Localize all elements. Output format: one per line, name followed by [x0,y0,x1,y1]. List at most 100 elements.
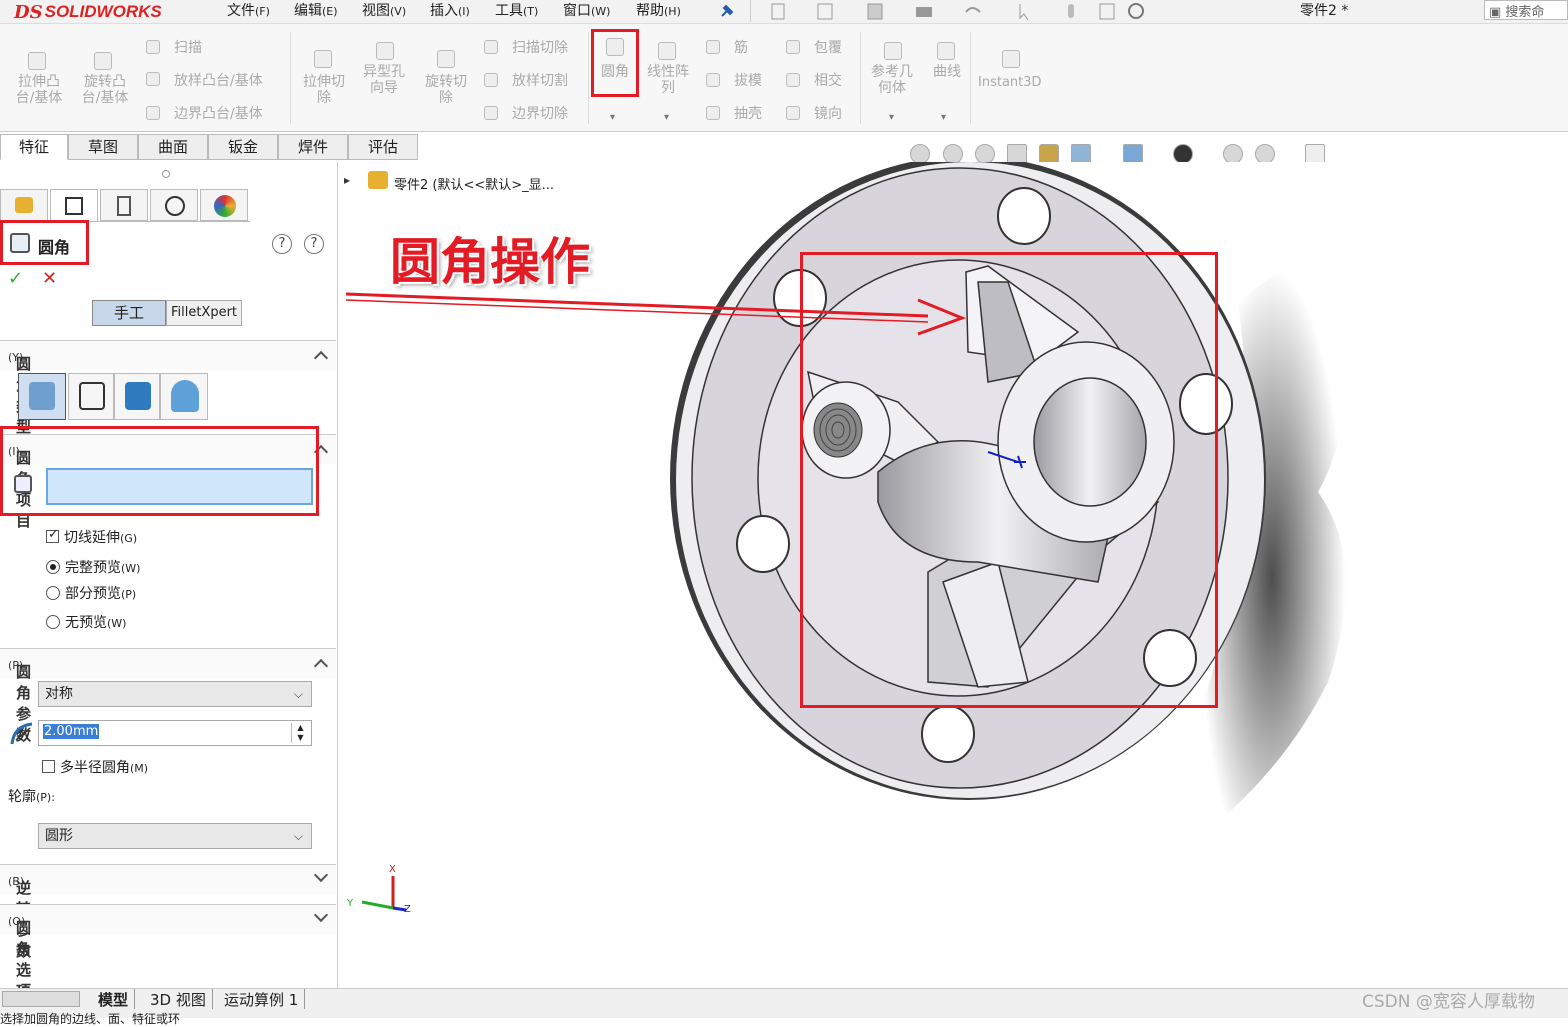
menu-window[interactable]: 窗口(W) [563,0,610,20]
fillet-parameters-section-header[interactable]: 圆角参数 (P) [0,648,336,744]
dimxpert-tab[interactable] [150,189,198,221]
linear-pattern-button[interactable]: 线性阵列 [642,64,694,96]
crosshair-icon [165,196,185,216]
reference-geometry-button[interactable]: 参考几何体 [866,64,918,96]
dynamic-annotation-icon[interactable] [1039,144,1059,164]
hole-wizard-icon [376,42,394,60]
ref-dropdown-icon[interactable]: ▾ [889,112,894,123]
previous-view-icon[interactable] [975,144,995,164]
tab-sketch[interactable]: 草图 [68,134,138,160]
profile-select[interactable]: 圆形 ⌵ [38,823,312,849]
menu-edit[interactable]: 编辑(E) [294,0,338,20]
tab-model[interactable]: 模型 [92,989,136,1009]
property-manager-tab[interactable] [50,189,98,221]
collapse-chevron-icon [313,350,329,366]
constant-size-fillet-button[interactable] [18,373,66,420]
detailed-preview-icon[interactable]: ? [272,234,292,254]
revolve-cut-button[interactable]: 旋转切除 [420,74,472,106]
section-view-icon[interactable] [1007,144,1027,164]
panel-title-highlight-box [0,220,89,265]
intersect-button[interactable]: 相交 [814,73,842,89]
apply-scene-icon[interactable] [1255,144,1275,164]
tab-evaluate[interactable]: 评估 [348,134,418,160]
curves-button[interactable]: 曲线 [928,64,966,80]
fillet-dropdown-icon[interactable]: ▾ [610,112,615,123]
fillet-type-section-header[interactable]: 圆角类型(Y) [0,340,336,436]
menu-help[interactable]: 帮助(H) [636,0,681,20]
full-round-fillet-button[interactable] [160,373,208,420]
view-settings-icon[interactable] [1305,144,1325,164]
tab-3d-views[interactable]: 3D 视图 [144,989,213,1009]
tab-sheet-metal[interactable]: 钣金 [208,134,278,160]
tab-features[interactable]: 特征 [0,134,68,160]
loft-cut-button[interactable]: 放样切割 [512,73,568,89]
pin-icon[interactable] [718,2,736,20]
tangent-propagation-checkbox[interactable]: ✓ [46,527,59,543]
extrude-boss-button[interactable]: 拉伸凸台/基体 [12,74,66,106]
menu-insert[interactable]: 插入(I) [430,0,470,20]
sweep-cut-button[interactable]: 扫描切除 [512,40,568,56]
revolve-boss-icon [94,52,112,70]
filletxpert-button[interactable]: FilletXpert [166,300,242,326]
display-style-icon[interactable] [1123,144,1143,164]
boundary-boss-button[interactable]: 边界凸台/基体 [174,106,263,122]
multi-radius-checkbox[interactable] [42,760,55,773]
tab-weldments[interactable]: 焊件 [278,134,348,160]
sweep-button[interactable]: 扫描 [174,40,202,56]
pattern-dropdown-icon[interactable]: ▾ [664,112,669,123]
zoom-to-fit-icon[interactable] [910,144,930,164]
sweep-icon [146,40,160,54]
boundary-cut-button[interactable]: 边界切除 [512,106,568,122]
graphics-area[interactable]: ▸ 零件2 (默认<<默认>_显... 圆角操作 X Y Z [338,162,1568,988]
instant3d-button[interactable]: Instant3D [978,75,1042,91]
cancel-x-icon[interactable]: ✕ [42,268,57,289]
manual-mode-button[interactable]: 手工 [92,300,166,326]
tab-motion-study[interactable]: 运动算例 1 [218,989,306,1009]
face-fillet-icon [125,382,151,410]
face-fillet-button[interactable] [114,373,160,420]
extrude-cut-button[interactable]: 拉伸切除 [298,74,350,106]
variable-size-fillet-button[interactable] [68,373,114,420]
shell-button[interactable]: 抽壳 [734,106,762,122]
divider [588,32,589,124]
feature-manager-tab[interactable] [0,189,48,221]
no-preview-radio[interactable] [46,615,60,629]
multi-radius-label: 多半径圆角(M) [60,760,149,776]
draft-button[interactable]: 拔模 [734,73,762,89]
zoom-area-icon[interactable] [943,144,963,164]
fillet-options-section-header[interactable]: 圆角选项(O) [0,904,336,1000]
display-manager-tab[interactable] [200,189,248,221]
hole-wizard-button[interactable]: 异型孔向导 [358,64,410,96]
menu-file[interactable]: 文件(F) [227,0,270,20]
curves-dropdown-icon[interactable]: ▾ [941,112,946,123]
appearance-icon [214,195,236,217]
tab-scroll-arrows[interactable] [2,991,80,1007]
mirror-button[interactable]: 镜向 [814,106,842,122]
edit-appearance-icon[interactable] [1223,144,1243,164]
loft-boss-button[interactable]: 放样凸台/基体 [174,73,263,89]
partial-preview-radio[interactable] [46,586,60,600]
fillet-method-select[interactable]: 对称 ⌵ [38,681,312,707]
ok-checkmark-icon[interactable]: ✓ [8,268,23,289]
quick-access-icons[interactable] [770,2,1170,22]
menu-tools[interactable]: 工具(T) [495,0,538,20]
search-commands[interactable]: ▣ 搜索命 [1484,0,1568,20]
wrap-button[interactable]: 包覆 [814,40,842,56]
revolve-boss-button[interactable]: 旋转凸台/基体 [78,74,132,106]
configuration-manager-tab[interactable] [100,189,148,221]
expand-chevron-icon [313,907,329,923]
rib-button[interactable]: 筋 [734,40,748,56]
view-orientation-icon[interactable] [1071,144,1091,164]
menu-view[interactable]: 视图(V) [362,0,406,20]
divider [750,0,751,22]
full-preview-radio[interactable] [46,560,60,574]
hide-show-icon[interactable] [1173,144,1193,164]
setback-parameters-section-header[interactable]: 逆转参数(B) [0,864,336,960]
radius-spinner[interactable]: ▲ ▼ [291,723,309,743]
radius-input[interactable]: 2.00mm ▲ ▼ [38,720,312,746]
no-preview-label: 无预览(W) [65,615,127,631]
help-icon[interactable]: ? [304,234,324,254]
tab-surfaces[interactable]: 曲面 [138,134,208,160]
panel-grip-icon[interactable] [162,170,170,178]
wrap-icon [786,40,800,54]
